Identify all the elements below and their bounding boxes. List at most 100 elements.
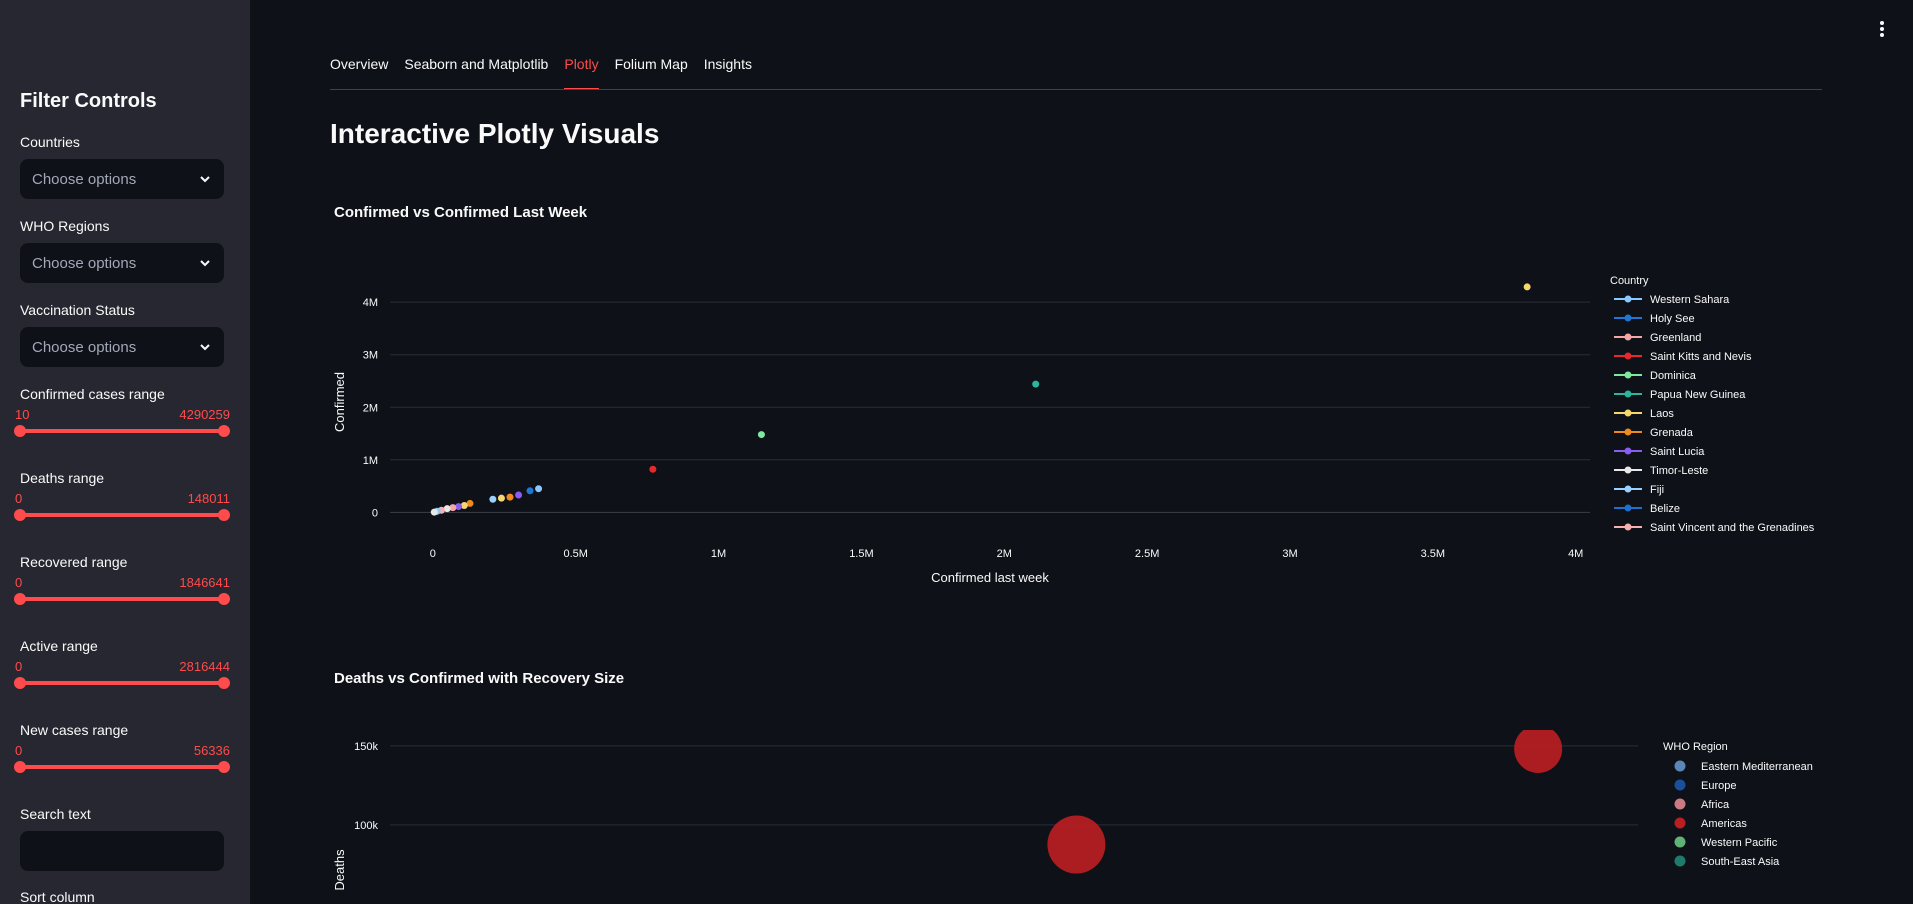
y-tick-label: 4M [363, 297, 378, 309]
legend-marker [1624, 504, 1632, 512]
confirmed-range-min-handle[interactable] [14, 425, 26, 437]
deaths-range-max-handle[interactable] [218, 509, 230, 521]
legend-entry: Timor-Leste [1650, 465, 1708, 477]
tab-plotly[interactable]: Plotly [564, 56, 599, 90]
deaths-range-max: 148011 [187, 491, 230, 506]
deaths-range-min: 0 [15, 491, 23, 506]
y-tick-label: 0 [372, 507, 378, 519]
legend-marker [1624, 428, 1632, 436]
recovered-range-label: Recovered range [20, 554, 128, 570]
legend-entry: Europe [1701, 780, 1736, 792]
recovered-range-max: 1846641 [179, 575, 230, 590]
data-point [506, 493, 514, 501]
x-tick-label: 0 [430, 548, 436, 560]
legend-entry: Fiji [1650, 484, 1664, 496]
confirmed-range-max: 4290259 [179, 407, 230, 422]
data-bubble [1514, 730, 1563, 773]
data-point [535, 485, 543, 493]
data-point [757, 431, 765, 439]
new-cases-range-label: New cases range [20, 722, 129, 738]
data-point [1523, 283, 1531, 291]
tab-overview[interactable]: Overview [330, 56, 388, 90]
legend-marker [1624, 523, 1632, 531]
legend-entry: Grenada [1650, 427, 1694, 439]
new-cases-range-min: 0 [15, 743, 23, 758]
legend-entry: Saint Vincent and the Grenadines [1650, 522, 1815, 534]
legend-marker [1674, 855, 1686, 867]
legend-entry: Saint Lucia [1650, 446, 1705, 458]
data-bubble [1047, 815, 1106, 874]
data-point [526, 487, 534, 495]
sort-column-label: Sort column [20, 889, 95, 904]
legend-entry: Greenland [1650, 332, 1701, 344]
y-tick-label: 150k [354, 741, 378, 753]
countries-select[interactable]: Choose options [20, 159, 224, 199]
sidebar: Filter Controls Countries Choose options… [0, 0, 250, 904]
tab-folium-map[interactable]: Folium Map [615, 56, 688, 90]
deaths-bubble-chart[interactable]: 100k 150k Deaths WHO Region Eastern Mediterr… [330, 730, 1822, 904]
more-options-icon[interactable] [1872, 18, 1892, 40]
recovered-range-min-handle[interactable] [14, 593, 26, 605]
search-text-input[interactable] [20, 831, 224, 871]
new-cases-range-max-handle[interactable] [218, 761, 230, 773]
legend-marker [1674, 798, 1686, 810]
new-cases-range-max: 56336 [193, 743, 230, 758]
legend-marker [1624, 333, 1632, 341]
sidebar-title: Filter Controls [20, 90, 157, 112]
legend-entry: Africa [1701, 799, 1730, 811]
y-axis-label: Confirmed [332, 372, 347, 432]
x-tick-label: 3M [1282, 548, 1297, 560]
y-axis-label: Deaths [332, 849, 347, 891]
recovered-range-track [20, 597, 224, 601]
data-point [515, 491, 523, 499]
legend-marker [1674, 817, 1686, 829]
recovered-range-min: 0 [15, 575, 23, 590]
legend-entry: Western Sahara [1650, 294, 1730, 306]
y-tick-label: 1M [363, 455, 378, 467]
legend-marker [1624, 447, 1632, 455]
legend-title: WHO Region [1663, 741, 1728, 753]
confirmed-scatter-chart[interactable]: 0 1M 2M 3M 4M 0 0.5M 1M 1.5M 2M 2.5M 3M 3.5M 4M Confir… [330, 260, 1822, 600]
legend-entry: Belize [1650, 503, 1680, 515]
legend-entry: Western Pacific [1701, 837, 1778, 849]
legend-marker [1624, 314, 1632, 322]
x-tick-label: 1M [711, 548, 726, 560]
page-title: Interactive Plotly Visuals [330, 118, 660, 149]
new-cases-range-min-handle[interactable] [14, 761, 26, 773]
legend-marker [1624, 485, 1632, 493]
who-regions-select[interactable]: Choose options [20, 243, 224, 283]
legend-entry: Dominica [1650, 370, 1697, 382]
x-tick-label: 0.5M [563, 548, 587, 560]
legend-marker [1624, 295, 1632, 303]
active-range-max-handle[interactable] [218, 677, 230, 689]
active-range-min-handle[interactable] [14, 677, 26, 689]
legend-marker [1624, 390, 1632, 398]
data-point [497, 494, 505, 502]
search-text-label: Search text [20, 806, 91, 822]
legend-marker [1624, 466, 1632, 474]
legend-entry: Laos [1650, 408, 1674, 420]
legend-entry: Eastern Mediterranean [1701, 761, 1813, 773]
legend-entry: Americas [1701, 818, 1747, 830]
tab-insights[interactable]: Insights [704, 56, 752, 90]
confirmed-range-max-handle[interactable] [218, 425, 230, 437]
chart1-title: Confirmed vs Confirmed Last Week [334, 204, 588, 221]
deaths-range-track [20, 513, 224, 517]
data-point [489, 495, 497, 503]
legend-title: Country [1610, 275, 1649, 287]
legend-marker [1624, 371, 1632, 379]
legend-marker [1674, 779, 1686, 791]
vaccination-select[interactable]: Choose options [20, 327, 224, 367]
deaths-range-min-handle[interactable] [14, 509, 26, 521]
y-tick-label: 2M [363, 402, 378, 414]
vaccination-label: Vaccination Status [20, 302, 135, 318]
active-range-min: 0 [15, 659, 23, 674]
countries-placeholder: Choose options [32, 170, 137, 188]
recovered-range-max-handle[interactable] [218, 593, 230, 605]
x-tick-label: 4M [1568, 548, 1583, 560]
who-regions-placeholder: Choose options [32, 254, 137, 272]
chevron-down-icon [200, 344, 210, 351]
vaccination-placeholder: Choose options [32, 338, 137, 356]
tab-seaborn-matplotlib[interactable]: Seaborn and Matplotlib [404, 56, 548, 90]
y-tick-label: 100k [354, 820, 378, 832]
